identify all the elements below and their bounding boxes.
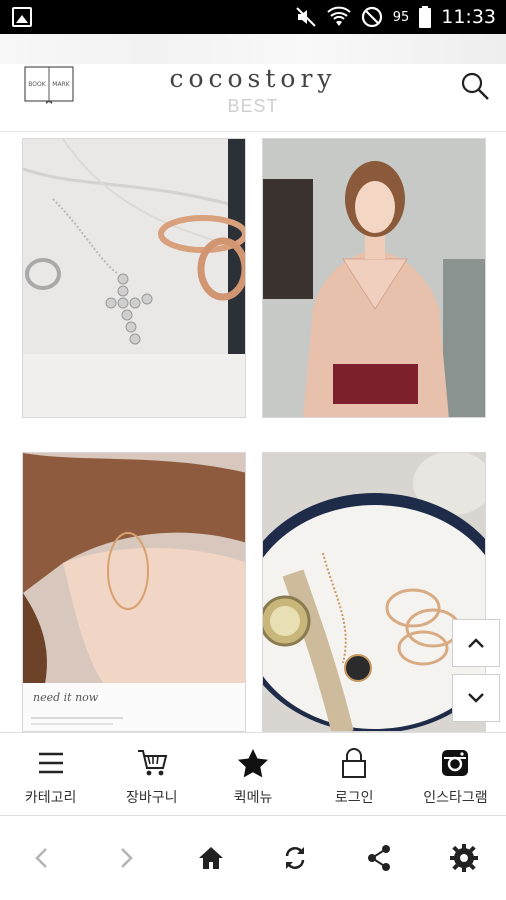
forward-button[interactable]	[84, 816, 168, 900]
star-icon	[238, 749, 268, 778]
tab-label: 장바구니	[126, 790, 178, 806]
battery-icon	[419, 6, 432, 28]
refresh-button[interactable]	[253, 816, 337, 900]
tab-category[interactable]: 카테고리	[0, 733, 101, 815]
app-header: BOOK MARK cocostory BEST	[0, 34, 506, 132]
home-icon	[198, 847, 223, 869]
search-icon[interactable]	[459, 70, 491, 102]
mute-icon	[295, 7, 316, 27]
chevron-down-icon	[468, 693, 484, 703]
refresh-icon	[285, 847, 305, 869]
tab-label: 인스타그램	[423, 790, 488, 806]
chevron-left-icon	[35, 848, 48, 868]
scroll-up-button[interactable]	[452, 619, 500, 667]
cross-necklace-image	[23, 139, 245, 417]
settings-button[interactable]	[422, 816, 506, 900]
section-title: BEST	[227, 96, 279, 116]
chevron-up-icon	[468, 638, 484, 648]
scroll-down-button[interactable]	[452, 674, 500, 722]
header-banner	[0, 34, 506, 64]
tab-label: 퀵메뉴	[233, 790, 273, 806]
tab-label: 로그인	[334, 790, 374, 806]
cart-icon	[137, 750, 168, 776]
home-button[interactable]	[169, 816, 253, 900]
tab-cart[interactable]: 장바구니	[101, 733, 202, 815]
tab-quick-menu[interactable]: 퀵메뉴	[202, 733, 303, 815]
share-button[interactable]	[337, 816, 421, 900]
blouse-model-image	[263, 139, 485, 417]
instagram-icon	[442, 750, 469, 776]
product-tile-hoop-earring[interactable]: need it now	[22, 452, 246, 732]
product-tile-blouse[interactable]	[262, 138, 486, 418]
wifi-icon	[327, 6, 351, 26]
tab-label: 카테고리	[24, 790, 77, 806]
status-bar: 95 11:33	[0, 0, 506, 34]
lock-icon	[342, 748, 367, 778]
clock: 11:33	[441, 6, 496, 28]
menu-icon	[38, 752, 63, 774]
do-not-disturb-icon	[361, 6, 382, 28]
tab-login[interactable]: 로그인	[304, 733, 405, 815]
share-icon	[368, 845, 391, 871]
product-tile-cross-necklace[interactable]	[22, 138, 246, 418]
chevron-right-icon	[121, 848, 134, 868]
browser-nav-bar	[0, 816, 506, 900]
back-button[interactable]	[0, 816, 84, 900]
gear-icon	[449, 844, 478, 872]
bottom-tab-bar: 카테고리 장바구니 퀵메뉴 로그인 인스타그램	[0, 732, 506, 816]
tab-instagram[interactable]: 인스타그램	[405, 733, 506, 815]
product-grid: need it now	[0, 132, 506, 732]
gallery-notification-icon	[12, 7, 32, 27]
product-caption: need it now	[33, 691, 99, 704]
brand-title[interactable]: cocostory	[0, 64, 506, 93]
battery-percent: 95	[392, 9, 410, 25]
